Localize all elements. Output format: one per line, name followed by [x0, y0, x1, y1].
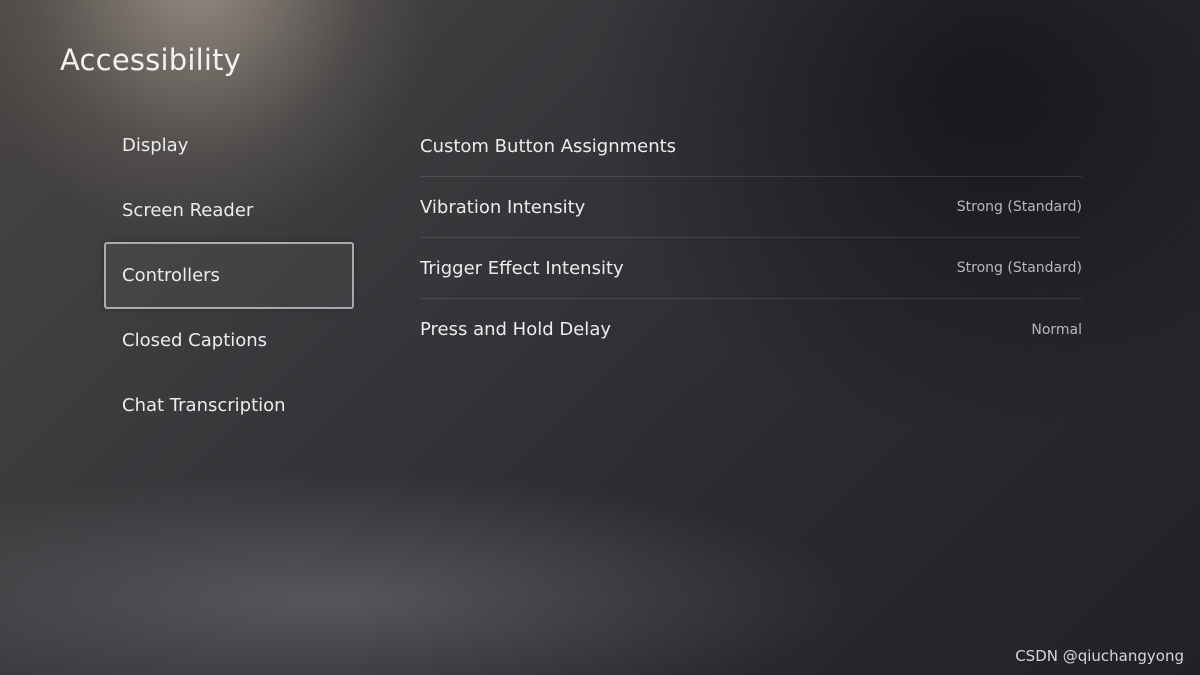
setting-value: Normal — [1031, 321, 1082, 338]
sidebar-item-chat-transcription[interactable]: Chat Transcription — [104, 373, 354, 438]
setting-label: Press and Hold Delay — [420, 319, 611, 340]
setting-label: Custom Button Assignments — [420, 135, 677, 157]
sidebar-item-closed-captions[interactable]: Closed Captions — [104, 308, 354, 373]
setting-custom-button-assignments[interactable]: Custom Button Assignments — [420, 116, 1082, 177]
setting-label: Vibration Intensity — [420, 196, 586, 218]
sidebar-item-display[interactable]: Display — [104, 113, 354, 178]
setting-value: Strong (Standard) — [956, 199, 1082, 215]
controller-settings-list: Custom Button Assignments Vibration Inte… — [420, 116, 1082, 360]
sidebar-item-screen-reader[interactable]: Screen Reader — [104, 178, 354, 243]
setting-press-and-hold-delay[interactable]: Press and Hold Delay Normal — [420, 299, 1082, 360]
accessibility-settings-screen: { "page": { "title": "Accessibility" }, … — [0, 0, 1200, 675]
sidebar-menu: Display Screen Reader Controllers Closed… — [104, 113, 354, 438]
setting-value: Strong (Standard) — [956, 260, 1082, 276]
watermark-text: CSDN @qiuchangyong — [1015, 647, 1184, 665]
setting-label: Trigger Effect Intensity — [420, 257, 624, 279]
setting-trigger-effect-intensity[interactable]: Trigger Effect Intensity Strong (Standar… — [420, 238, 1082, 299]
setting-vibration-intensity[interactable]: Vibration Intensity Strong (Standard) — [420, 177, 1082, 238]
page-title: Accessibility — [60, 43, 242, 77]
sidebar-item-controllers[interactable]: Controllers — [104, 242, 354, 309]
